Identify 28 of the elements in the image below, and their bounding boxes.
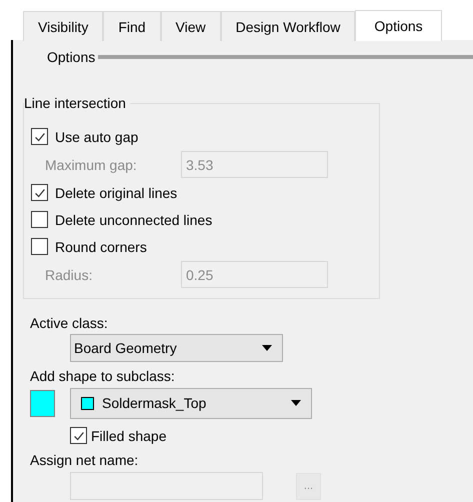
checkbox[interactable] [31, 211, 48, 228]
tab[interactable]: Visibility [23, 11, 104, 41]
dropdown[interactable]: Board Geometry [70, 334, 283, 362]
group-title: Line intersection [24, 95, 130, 111]
tab[interactable]: Find [103, 11, 161, 41]
field-label: Active class: [29, 314, 109, 333]
checkbox[interactable] [31, 238, 48, 255]
dropdown[interactable]: Soldermask_Top [70, 388, 312, 418]
tab[interactable]: Design Workflow [220, 11, 356, 41]
field-label: Add shape to subclass: [29, 367, 176, 386]
tab[interactable]: View [160, 11, 221, 41]
caret-icon [262, 345, 272, 351]
checkbox-label[interactable]: Filled shape [91, 428, 166, 444]
checkbox[interactable] [70, 427, 87, 444]
checkbox-label[interactable]: Delete unconnected lines [55, 212, 212, 228]
section-title: Options [47, 49, 96, 65]
color-swatch[interactable] [30, 390, 55, 416]
checkbox-label[interactable]: Round corners [55, 238, 147, 254]
tab[interactable]: Options [355, 10, 442, 41]
field-label: Maximum gap: [45, 156, 138, 172]
color-swatch-icon [81, 396, 94, 410]
caret-icon [291, 400, 301, 406]
field-label: Assign net name: [29, 451, 140, 470]
checkbox[interactable] [31, 184, 48, 201]
checkbox-label[interactable]: Use auto gap [55, 128, 138, 144]
checkbox[interactable] [31, 128, 48, 145]
field-label: Radius: [45, 266, 94, 282]
checkbox-label[interactable]: Delete original lines [55, 184, 178, 200]
